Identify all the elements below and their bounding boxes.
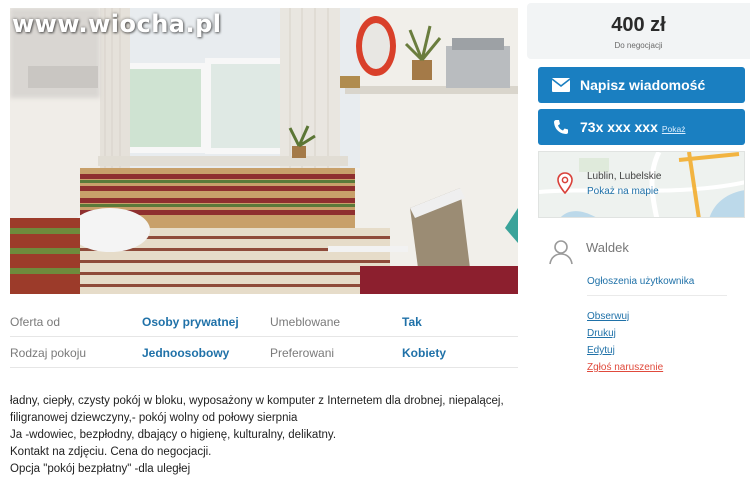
description-line: Ja -wdowiec, bezpłodny, dbający o higien… bbox=[10, 429, 337, 441]
detail-label: Rodzaj pokoju bbox=[10, 346, 87, 360]
location-city: Lublin, Lubelskie bbox=[587, 171, 662, 182]
price-amount: 400 zł bbox=[611, 14, 666, 36]
map-pin-icon bbox=[557, 172, 573, 194]
description-line: filigranowej dziewczyny,- pokój wolny od… bbox=[10, 412, 298, 424]
edit-link[interactable]: Edytuj bbox=[587, 345, 615, 356]
blurred-region bbox=[28, 66, 98, 88]
follow-link[interactable]: Obserwuj bbox=[587, 311, 629, 322]
send-message-button[interactable]: Napisz wiadomość bbox=[538, 67, 745, 103]
divider bbox=[587, 295, 727, 296]
description-line: Kontakt na zdjęciu. Cena do negocjacji. bbox=[10, 446, 212, 458]
detail-value[interactable]: Osoby prywatnej bbox=[142, 315, 239, 329]
phone-icon bbox=[552, 118, 570, 136]
description-line: ładny, ciepły, czysty pokój w bloku, wyp… bbox=[10, 395, 504, 407]
report-abuse-link[interactable]: Zgłoś naruszenie bbox=[587, 362, 663, 373]
listing-description: ładny, ciepły, czysty pokój w bloku, wyp… bbox=[10, 393, 525, 478]
price-negotiable-note: Do negocjacji bbox=[614, 41, 663, 50]
detail-label: Umeblowane bbox=[270, 315, 341, 329]
listing-details: Oferta od Osoby prywatnej Umeblowane Tak… bbox=[10, 306, 518, 368]
detail-value[interactable]: Tak bbox=[402, 315, 422, 329]
user-name: Waldek bbox=[586, 240, 629, 255]
price-box: 400 zł Do negocjacji bbox=[527, 3, 750, 59]
show-on-map-link[interactable]: Pokaż na mapie bbox=[587, 186, 659, 197]
detail-value[interactable]: Kobiety bbox=[402, 346, 446, 360]
phone-button[interactable]: 73x xxx xxx Pokaż bbox=[538, 109, 745, 145]
envelope-icon bbox=[552, 76, 570, 94]
details-row: Rodzaj pokoju Jednoosobowy Preferowani K… bbox=[10, 337, 518, 368]
user-ads-link[interactable]: Ogłoszenia użytkownika bbox=[587, 276, 694, 287]
watermark-logo: www.wiocha.pl bbox=[12, 10, 222, 38]
print-link[interactable]: Drukuj bbox=[587, 328, 616, 339]
detail-label: Oferta od bbox=[10, 315, 61, 329]
phone-number: 73x xxx xxx bbox=[580, 119, 658, 135]
details-row: Oferta od Osoby prywatnej Umeblowane Tak bbox=[10, 306, 518, 337]
detail-label: Preferowani bbox=[270, 346, 335, 360]
location-map[interactable]: Lublin, Lubelskie Pokaż na mapie bbox=[538, 151, 745, 218]
user-avatar-icon bbox=[548, 239, 574, 265]
detail-value[interactable]: Jednoosobowy bbox=[142, 346, 229, 360]
description-line: Opcja "pokój bezpłatny" -dla uległej bbox=[10, 463, 191, 475]
show-phone-link[interactable]: Pokaż bbox=[662, 124, 686, 134]
listing-photo[interactable] bbox=[10, 8, 518, 294]
send-message-label: Napisz wiadomość bbox=[580, 77, 706, 93]
